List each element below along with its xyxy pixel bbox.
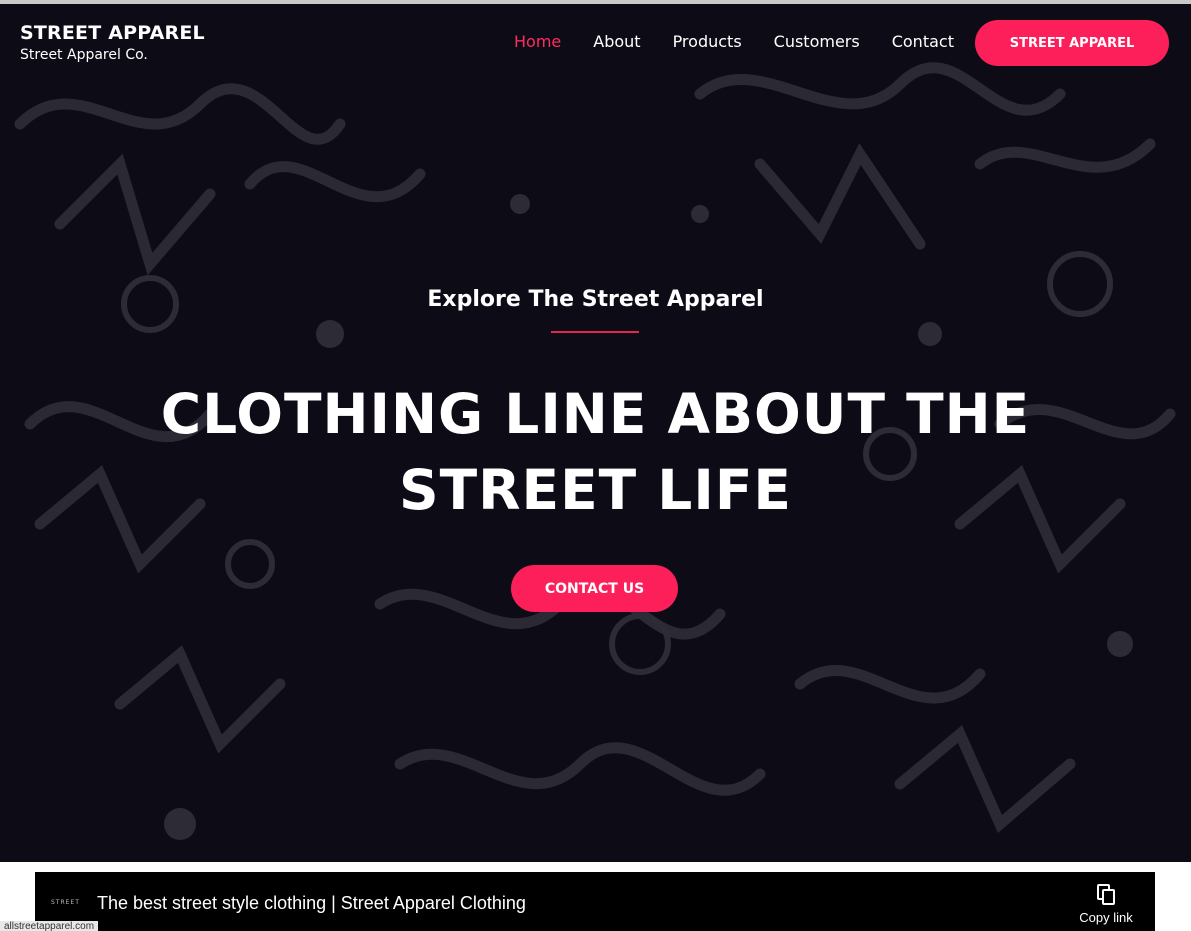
status-bar-url: allstreetapparel.com — [0, 921, 99, 931]
header-cta-button[interactable]: STREET APPAREL — [975, 20, 1169, 66]
brand-title: STREET APPAREL — [20, 22, 205, 44]
nav-link-home[interactable]: Home — [514, 32, 561, 51]
contact-us-button[interactable]: CONTACT US — [511, 565, 678, 612]
nav-link-products[interactable]: Products — [673, 32, 742, 51]
hero-kicker: Explore The Street Apparel — [427, 287, 764, 312]
brand-subtitle: Street Apparel Co. — [20, 47, 148, 63]
copy-icon — [1097, 884, 1115, 905]
nav-link-about[interactable]: About — [593, 32, 640, 51]
hero-section: STREET APPAREL Street Apparel Co. Home A… — [0, 4, 1191, 862]
brand[interactable]: STREET APPAREL Street Apparel Co. — [20, 22, 205, 63]
copy-link-button[interactable]: Copy link — [1075, 884, 1137, 925]
channel-logo: STREET — [51, 899, 80, 906]
kicker-underline — [551, 331, 639, 333]
headline-line-2: STREET LIFE — [399, 458, 792, 522]
video-title[interactable]: The best street style clothing | Street … — [97, 893, 526, 914]
nav-link-contact[interactable]: Contact — [892, 32, 954, 51]
video-share-bar: STREET The best street style clothing | … — [35, 872, 1155, 931]
nav-link-customers[interactable]: Customers — [774, 32, 860, 51]
copy-link-label: Copy link — [1079, 910, 1133, 925]
headline-line-1: CLOTHING LINE ABOUT THE — [160, 382, 1031, 446]
hero-headline: CLOTHING LINE ABOUT THE STREET LIFE — [0, 376, 1191, 528]
main-nav: Home About Products Customers Contact — [514, 32, 986, 51]
